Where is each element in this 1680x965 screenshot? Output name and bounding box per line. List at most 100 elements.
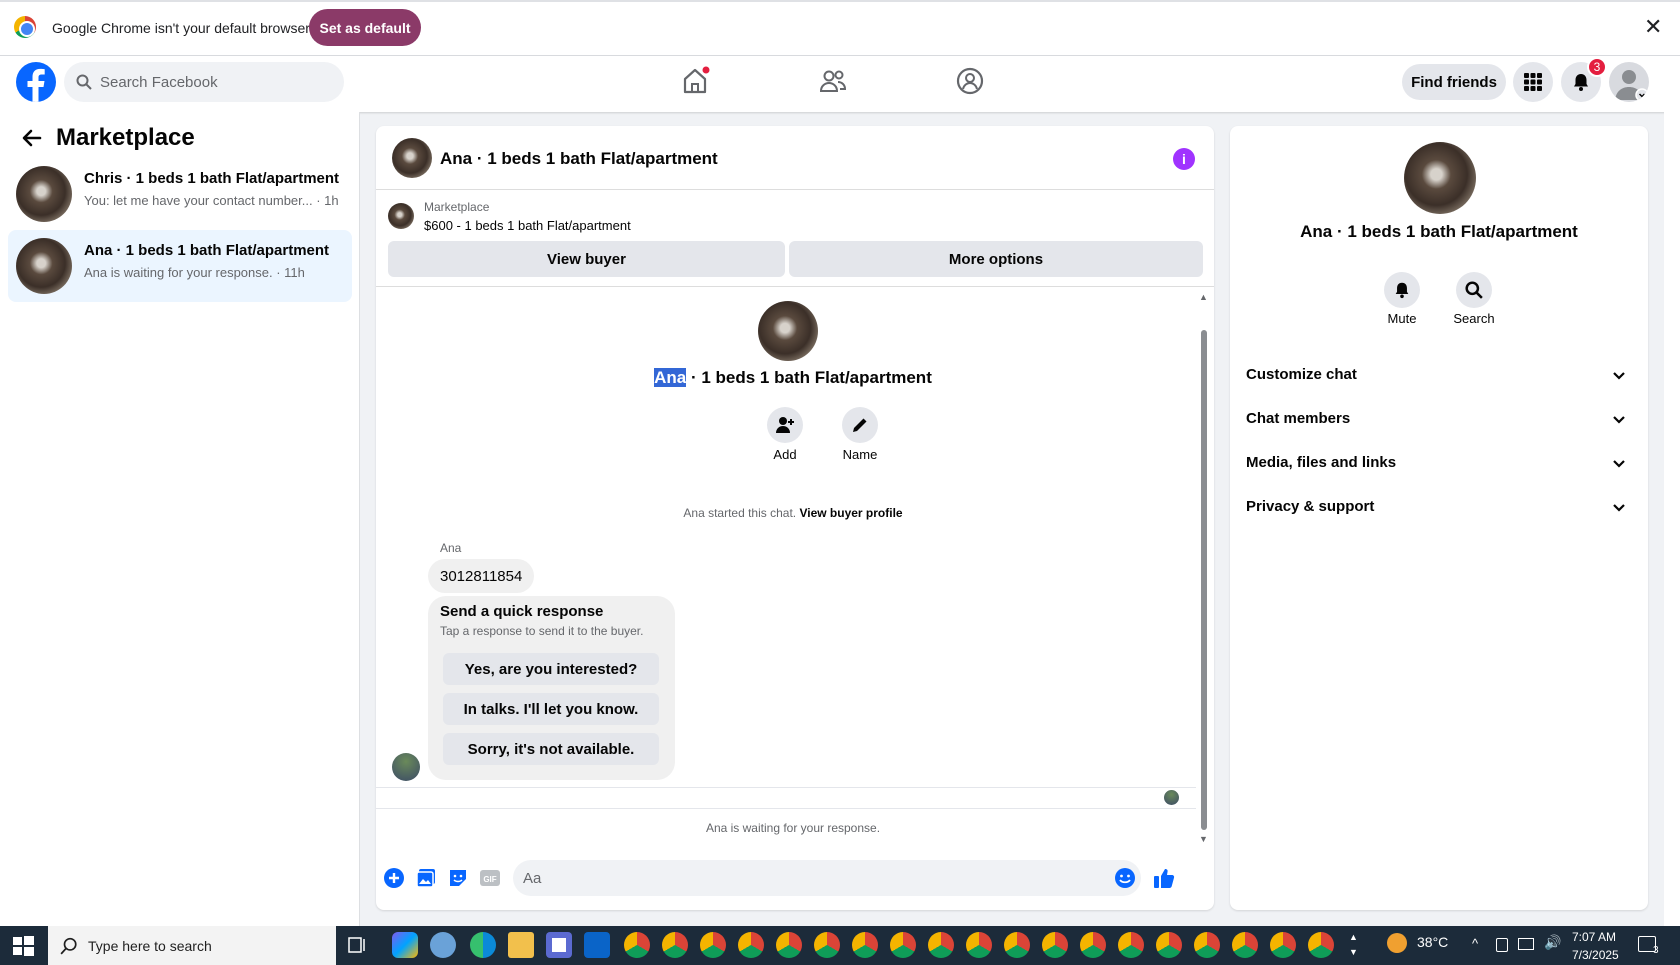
conversation-item-chris[interactable]: Chris · 1 beds 1 bath Flat/apartment You… xyxy=(8,158,352,230)
conversation-preview: Ana is waiting for your response. · 11h xyxy=(84,265,305,280)
copilot-app-icon[interactable] xyxy=(392,932,418,958)
set-as-default-button[interactable]: Set as default xyxy=(309,9,421,46)
listing-price[interactable]: $600 - 1 beds 1 bath Flat/apartment xyxy=(424,218,631,233)
facebook-logo-icon[interactable] xyxy=(16,62,56,102)
add-person-icon[interactable] xyxy=(767,407,803,443)
chat-title[interactable]: Ana · 1 beds 1 bath Flat/apartment xyxy=(440,149,718,169)
clock-time[interactable]: 7:07 AM xyxy=(1572,930,1616,944)
chrome-profile-icon[interactable] xyxy=(1004,932,1030,958)
chrome-profile-icon[interactable] xyxy=(1042,932,1068,958)
clock-date[interactable]: 7/3/2025 xyxy=(1572,948,1619,962)
section-media-files-links[interactable]: Media, files and links xyxy=(1246,444,1636,484)
quick-response-option[interactable]: In talks. I'll let you know. xyxy=(443,693,659,725)
conversation-item-ana[interactable]: Ana · 1 beds 1 bath Flat/apartment Ana i… xyxy=(8,230,352,302)
action-center-badge: 3 xyxy=(1653,945,1659,956)
notification-count-badge: 3 xyxy=(1587,57,1607,77)
sender-avatar[interactable] xyxy=(392,753,420,781)
chrome-profile-icon[interactable] xyxy=(928,932,954,958)
section-label: Media, files and links xyxy=(1246,454,1397,471)
section-label: Customize chat xyxy=(1246,366,1357,383)
edge-browser-icon[interactable] xyxy=(470,932,496,958)
chat-scrollbar-thumb[interactable] xyxy=(1201,330,1207,830)
photos-app-icon[interactable] xyxy=(430,932,456,958)
more-options-button[interactable]: More options xyxy=(789,241,1203,277)
details-title: Ana · 1 beds 1 bath Flat/apartment xyxy=(1300,222,1578,241)
chrome-profile-icon[interactable] xyxy=(814,932,840,958)
chevron-down-icon xyxy=(1613,372,1625,380)
task-view-icon[interactable] xyxy=(346,934,368,956)
chrome-profile-icon[interactable] xyxy=(1270,932,1296,958)
chrome-profile-icon[interactable] xyxy=(852,932,878,958)
outlook-app-icon[interactable] xyxy=(584,932,610,958)
sticker-icon[interactable] xyxy=(447,867,469,889)
chrome-profile-icon[interactable] xyxy=(1308,932,1334,958)
weather-temperature[interactable]: 38°C xyxy=(1417,934,1448,950)
volume-icon[interactable]: 🔊 xyxy=(1544,934,1561,951)
profile-silhouette-icon xyxy=(1615,70,1649,102)
chrome-profile-icon[interactable] xyxy=(1080,932,1106,958)
chrome-profile-icon[interactable] xyxy=(662,932,688,958)
emoji-icon[interactable] xyxy=(1114,867,1136,889)
chrome-profile-icon[interactable] xyxy=(1194,932,1220,958)
search-facebook-input[interactable]: Search Facebook xyxy=(64,62,344,102)
section-chat-members[interactable]: Chat members xyxy=(1246,400,1636,440)
windows-start-icon[interactable] xyxy=(10,933,36,959)
message-bubble[interactable]: 3012811854 xyxy=(428,559,535,593)
scroll-up-arrow-icon[interactable]: ▲ xyxy=(1199,292,1208,302)
friends-icon[interactable] xyxy=(818,66,848,96)
section-label: Privacy & support xyxy=(1246,498,1375,515)
chrome-profile-icon[interactable] xyxy=(776,932,802,958)
chrome-profile-icon-active[interactable] xyxy=(966,932,992,958)
network-icon[interactable] xyxy=(1518,938,1534,950)
quick-response-option[interactable]: Sorry, it's not available. xyxy=(443,733,659,765)
taskbar-search-input[interactable]: Type here to search xyxy=(48,926,336,965)
add-label: Add xyxy=(773,447,797,462)
chrome-profile-icon[interactable] xyxy=(738,932,764,958)
more-actions-plus-icon[interactable] xyxy=(383,867,405,889)
search-placeholder: Search Facebook xyxy=(100,74,218,91)
view-buyer-button[interactable]: View buyer xyxy=(388,241,785,277)
like-thumbs-up-icon[interactable] xyxy=(1153,867,1175,889)
chrome-profile-icon[interactable] xyxy=(1118,932,1144,958)
section-privacy-support[interactable]: Privacy & support xyxy=(1246,488,1636,528)
message-input[interactable]: Aa xyxy=(513,860,1141,896)
svg-text:GIF: GIF xyxy=(483,875,496,884)
gif-icon[interactable]: GIF xyxy=(479,867,501,889)
details-avatar xyxy=(1404,142,1476,214)
mute-bell-icon[interactable] xyxy=(1384,272,1420,308)
taskbar-overflow-arrows[interactable]: ▲ ▼ xyxy=(1349,930,1358,960)
view-buyer-profile-link[interactable]: View buyer profile xyxy=(799,506,902,520)
chrome-profile-icon[interactable] xyxy=(700,932,726,958)
chrome-profile-icon[interactable] xyxy=(890,932,916,958)
chrome-profile-icon[interactable] xyxy=(1156,932,1182,958)
chrome-taskbar-icon[interactable] xyxy=(624,932,650,958)
conversation-avatar xyxy=(16,238,72,294)
page-scrollbar[interactable] xyxy=(1664,112,1680,926)
read-receipt-avatar xyxy=(1164,790,1179,805)
search-icon xyxy=(76,74,92,90)
tray-chevron-up-icon[interactable]: ^ xyxy=(1472,936,1478,951)
groups-icon[interactable] xyxy=(955,66,985,96)
chrome-profile-icon[interactable] xyxy=(1232,932,1258,958)
quick-response-option[interactable]: Yes, are you interested? xyxy=(443,653,659,685)
edit-name-pencil-icon[interactable] xyxy=(842,407,878,443)
search-conversation-icon[interactable] xyxy=(1456,272,1492,308)
chat-header-avatar[interactable] xyxy=(392,138,432,178)
find-friends-button[interactable]: Find friends xyxy=(1402,64,1506,100)
section-customize-chat[interactable]: Customize chat xyxy=(1246,356,1636,396)
microsoft-store-icon[interactable] xyxy=(546,932,572,958)
attach-photo-icon[interactable] xyxy=(415,867,437,889)
info-icon[interactable]: i xyxy=(1173,148,1195,170)
back-arrow-icon[interactable] xyxy=(20,126,44,150)
account-avatar[interactable] xyxy=(1609,62,1649,102)
conversation-title: Ana · 1 beds 1 bath Flat/apartment xyxy=(84,242,330,259)
weather-icon[interactable] xyxy=(1387,933,1407,953)
file-explorer-icon[interactable] xyxy=(508,932,534,958)
scroll-down-arrow-icon[interactable]: ▼ xyxy=(1199,834,1208,844)
home-icon[interactable] xyxy=(680,66,710,96)
menu-grid-icon[interactable] xyxy=(1513,62,1553,102)
meet-now-icon[interactable] xyxy=(1496,938,1508,952)
listing-source-label: Marketplace xyxy=(424,200,490,214)
taskbar-search-placeholder: Type here to search xyxy=(88,938,212,954)
close-icon[interactable]: ✕ xyxy=(1644,14,1662,40)
